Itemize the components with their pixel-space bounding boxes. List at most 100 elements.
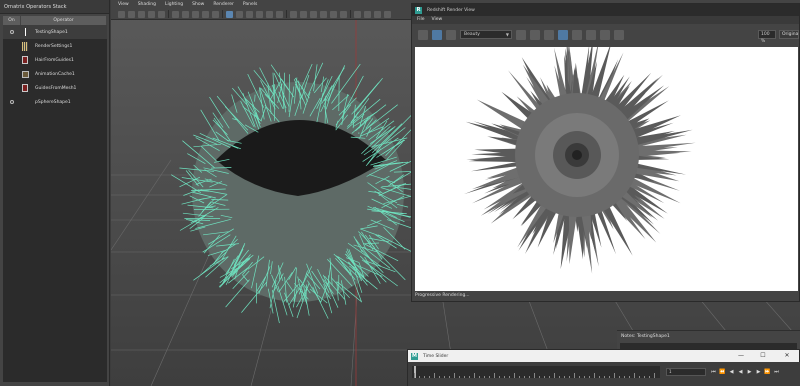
toolbar-divider [222,10,223,18]
bookmark-icon[interactable] [138,10,145,18]
color-management-icon[interactable] [384,10,391,18]
ipr-icon[interactable] [558,29,568,40]
menu-lighting[interactable]: Lighting [165,0,183,9]
original-size-button[interactable]: Original [779,30,799,39]
timeline-tick [449,376,450,378]
timeline-tick [534,373,535,378]
operator-label: RenderSettings1 [35,43,73,49]
snapshot-icon[interactable] [600,29,610,40]
save-image-icon[interactable] [614,29,624,40]
operator-row-psphere-shape[interactable]: pSphereShape1 [3,95,107,109]
xray-icon[interactable] [290,10,297,18]
step-forward-key-icon[interactable]: ⏩ [764,368,771,376]
menu-renderer[interactable]: Renderer [213,0,234,9]
operator-row-guides-from-mesh[interactable]: GuidesFromMesh1 [3,81,107,95]
camera-select-icon[interactable] [516,29,526,40]
isolate-select-icon[interactable] [354,10,361,18]
bucket-icon[interactable] [572,29,582,40]
anti-aliasing-icon[interactable] [330,10,337,18]
render-region-icon[interactable] [418,29,428,40]
timeline-tick [649,376,650,378]
film-gate-icon[interactable] [172,10,179,18]
play-backward-icon[interactable]: ◀ [737,368,744,376]
operator-row-animation-cache[interactable]: AnimationCache1 [3,67,107,81]
toolbar-divider [286,10,287,18]
step-back-key-icon[interactable]: ⏪ [719,368,726,376]
close-button[interactable]: ✕ [779,350,795,362]
field-chart-icon[interactable] [202,10,209,18]
timeline-tick [564,376,565,378]
timeline-ruler[interactable] [412,366,660,378]
menu-shading[interactable]: Shading [138,0,156,9]
timeline-tick [634,373,635,378]
timeline-tick [539,376,540,378]
zoom-level-field[interactable]: 100 % [758,30,776,44]
resolution-gate-icon[interactable] [182,10,189,18]
refresh-icon[interactable] [446,29,456,40]
maximize-button[interactable]: ☐ [755,350,771,362]
timeline-tick [509,376,510,378]
timeline-tick [579,376,580,378]
textured-icon[interactable] [256,10,263,18]
ambient-occlusion-icon[interactable] [310,10,317,18]
motion-blur-icon[interactable] [320,10,327,18]
gamma-icon[interactable] [374,10,381,18]
render-view-menubar: File View [412,16,799,24]
render-view-titlebar[interactable]: R Redshift Render View [412,4,799,16]
timeline-tick [454,373,455,378]
operator-row-hair-from-guides[interactable]: HairFromGuides1 [3,53,107,67]
operator-enabled-toggle[interactable] [3,25,21,39]
timeline-tick [414,373,415,378]
xray-joints-icon[interactable] [300,10,307,18]
grid-icon[interactable] [158,10,165,18]
crop-icon[interactable] [530,29,540,40]
stack-column-header: On Operator [3,16,106,25]
start-render-icon[interactable] [432,29,442,40]
hair-sphere-wireframe [171,62,430,324]
shadows-icon[interactable] [276,10,283,18]
timeline-tick [424,376,425,378]
timeline-tick [639,376,640,378]
safe-action-icon[interactable] [212,10,219,18]
play-forward-icon[interactable]: ▶ [746,368,753,376]
menu-show[interactable]: Show [192,0,204,9]
step-back-icon[interactable]: ◀ [728,368,735,376]
timeline-tick [644,376,645,378]
go-to-start-icon[interactable]: ⏮ [710,368,717,376]
operator-row-render-settings[interactable]: RenderSettings1 [3,39,107,53]
image-plane-icon[interactable] [148,10,155,18]
timeline-tick [559,376,560,378]
current-frame-field[interactable]: 1 [666,368,706,376]
column-header-on[interactable]: On [3,16,21,25]
step-forward-icon[interactable]: ▶ [755,368,762,376]
timeline-tick [464,376,465,378]
render-output-image[interactable] [415,47,798,291]
aov-select[interactable]: Beauty ▼ [460,30,512,39]
time-slider-titlebar[interactable]: M Time Slider — ☐ ✕ [408,350,799,362]
timeline-tick [654,373,655,378]
menu-view[interactable]: View [432,16,443,24]
operator-enabled-toggle[interactable] [3,95,21,109]
camera-icon[interactable] [118,10,125,18]
depth-of-field-icon[interactable] [340,10,347,18]
timeline-tick [499,376,500,378]
region-icon[interactable] [544,29,554,40]
minimize-button[interactable]: — [733,350,749,362]
wireframe-on-shaded-icon[interactable] [246,10,253,18]
gate-mask-icon[interactable] [192,10,199,18]
smooth-shade-icon[interactable] [236,10,243,18]
operator-label: GuidesFromMesh1 [35,85,77,91]
wireframe-icon[interactable] [226,10,233,18]
menu-file[interactable]: File [417,16,425,24]
go-to-end-icon[interactable]: ⏭ [773,368,780,376]
operator-row-testing-shape[interactable]: TestingShape1 [3,25,107,39]
exposure-icon[interactable] [364,10,371,18]
menu-panels[interactable]: Panels [243,0,257,9]
film-icon [21,69,29,79]
color-picker-icon[interactable] [586,29,596,40]
lights-icon[interactable] [266,10,273,18]
lock-camera-icon[interactable] [128,10,135,18]
menu-view[interactable]: View [118,0,129,9]
column-header-operator[interactable]: Operator [21,16,106,25]
rendered-hair-sphere [464,47,696,274]
